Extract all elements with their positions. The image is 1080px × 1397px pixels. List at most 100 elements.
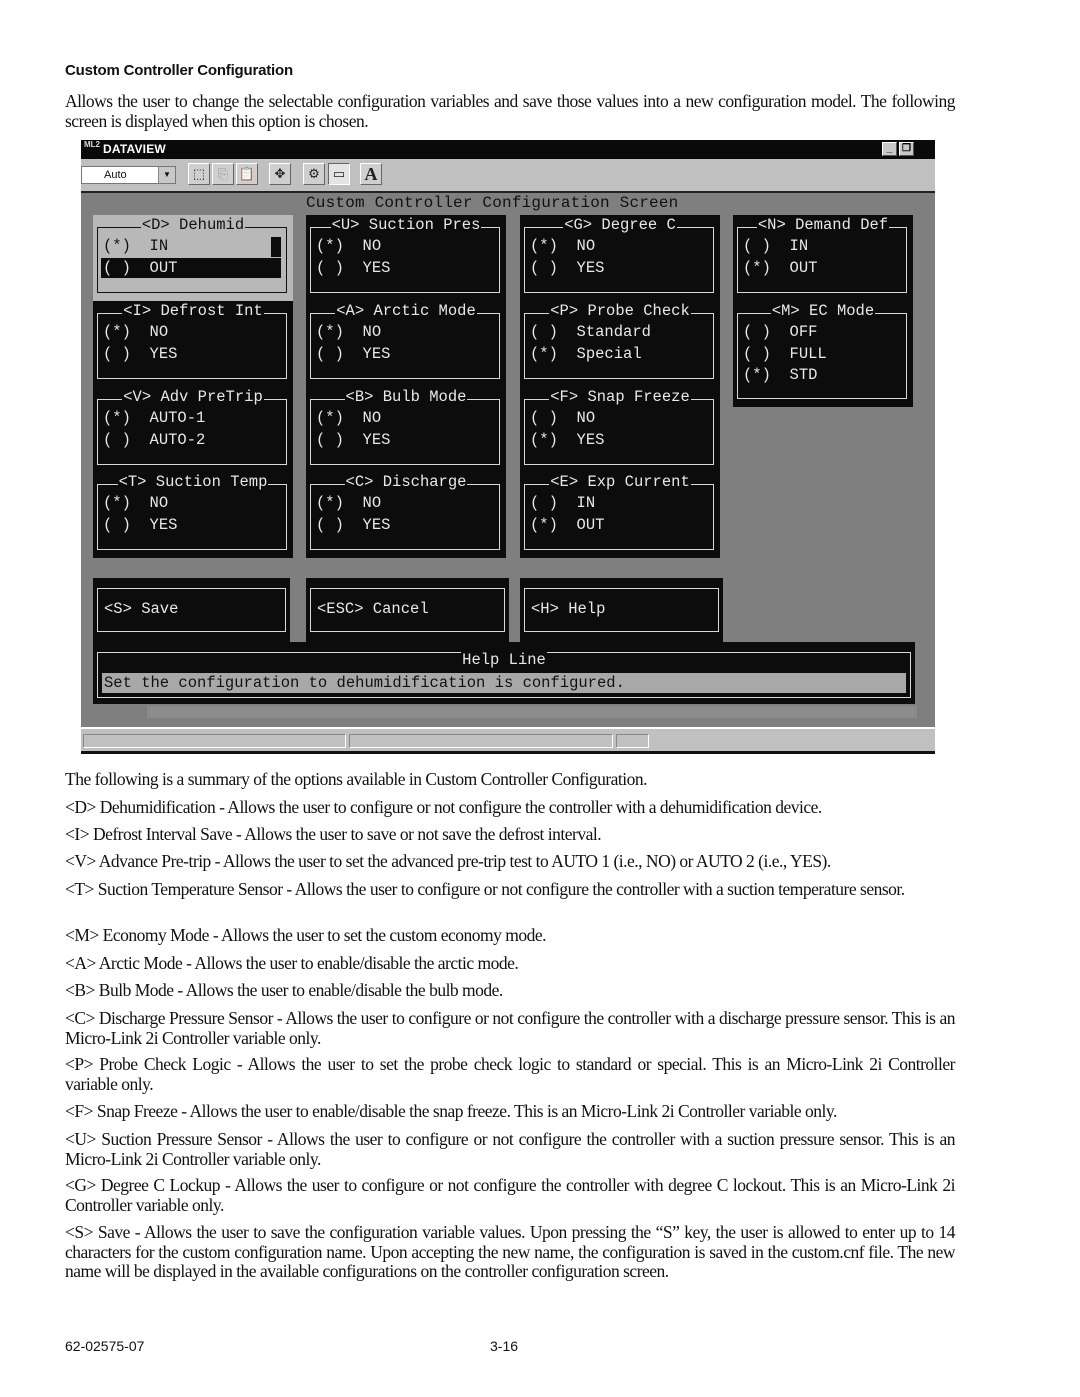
panel-title: <N> Demand Def xyxy=(756,216,890,234)
panel-exp-current[interactable]: <E> Exp Current ( ) IN (*) OUT xyxy=(520,472,720,558)
summary-item: <D> Dehumidification - Allows the user t… xyxy=(65,797,822,817)
dataview-window: ML2 DATAVIEW _ ❐ Auto ▼ ⬚ ⎘ 📋 ✥ ⚙ ▭ A Cu… xyxy=(81,140,935,754)
option-yes[interactable]: (*) YES xyxy=(530,430,604,450)
properties-icon[interactable]: ⚙ xyxy=(303,163,325,185)
minimize-button[interactable]: _ xyxy=(882,142,897,156)
window-title: DATAVIEW xyxy=(103,142,166,156)
document-number: 62-02575-07 xyxy=(65,1338,145,1354)
option-yes[interactable]: ( ) YES xyxy=(530,258,604,278)
terminal-screen: Custom Controller Configuration Screen <… xyxy=(81,191,935,727)
panel-ec-mode[interactable]: <M> EC Mode ( ) OFF ( ) FULL (*) STD xyxy=(733,301,913,407)
option-no[interactable]: (*) NO xyxy=(316,493,381,513)
option-standard[interactable]: ( ) Standard xyxy=(530,322,651,342)
summary-item: <V> Advance Pre-trip - Allows the user t… xyxy=(65,851,831,871)
option-out[interactable]: (*) OUT xyxy=(743,258,817,278)
status-bar xyxy=(81,727,935,754)
summary-item: <C> Discharge Pressure Sensor - Allows t… xyxy=(65,1008,956,1048)
restore-button[interactable]: ❐ xyxy=(899,142,914,156)
option-special[interactable]: (*) Special xyxy=(530,344,642,364)
fullscreen-icon[interactable]: ✥ xyxy=(269,163,291,185)
panel-degree-c[interactable]: <G> Degree C (*) NO ( ) YES xyxy=(520,215,720,301)
option-std[interactable]: (*) STD xyxy=(743,365,817,385)
toolbar: Auto ▼ ⬚ ⎘ 📋 ✥ ⚙ ▭ A xyxy=(81,159,935,191)
panel-probe-check[interactable]: <P> Probe Check ( ) Standard (*) Special xyxy=(520,301,720,387)
select-icon[interactable]: ⬚ xyxy=(188,163,210,185)
option-auto-1[interactable]: (*) AUTO-1 xyxy=(103,408,205,428)
summary-item: <F> Snap Freeze - Allows the user to ena… xyxy=(65,1101,837,1121)
intro-paragraph: Allows the user to change the selectable… xyxy=(65,91,956,131)
chevron-down-icon[interactable]: ▼ xyxy=(158,167,175,183)
help-line-panel: Help Line Set the configuration to dehum… xyxy=(93,642,915,704)
option-out[interactable]: ( ) OUT xyxy=(101,258,281,278)
option-full[interactable]: ( ) FULL xyxy=(743,344,827,364)
summary-item: <T> Suction Temperature Sensor - Allows … xyxy=(65,879,905,899)
font-icon[interactable]: A xyxy=(360,163,382,185)
help-line-title: Help Line xyxy=(461,651,547,669)
panel-defrost-int[interactable]: <I> Defrost Int (*) NO ( ) YES xyxy=(93,301,293,387)
panel-title: <V> Adv PreTrip xyxy=(122,388,264,406)
summary-item: <M> Economy Mode - Allows the user to se… xyxy=(65,925,547,945)
panel-bulb-mode[interactable]: <B> Bulb Mode (*) NO ( ) YES xyxy=(306,387,506,473)
option-yes[interactable]: ( ) YES xyxy=(103,515,177,535)
panel-snap-freeze[interactable]: <F> Snap Freeze ( ) NO (*) YES xyxy=(520,387,720,473)
option-out[interactable]: (*) OUT xyxy=(530,515,604,535)
panel-title: <G> Degree C xyxy=(563,216,677,234)
panel-discharge[interactable]: <C> Discharge (*) NO ( ) YES xyxy=(306,472,506,558)
app-icon: ML2 xyxy=(84,140,100,149)
option-no[interactable]: (*) NO xyxy=(316,408,381,428)
panel-title: <F> Snap Freeze xyxy=(549,388,691,406)
option-no[interactable]: (*) NO xyxy=(103,493,168,513)
summary-item: <U> Suction Pressure Sensor - Allows the… xyxy=(65,1129,956,1169)
panel-suction-pres[interactable]: <U> Suction Pres (*) NO ( ) YES xyxy=(306,215,506,301)
help-button[interactable]: <H> Help xyxy=(524,588,719,632)
option-no[interactable]: (*) NO xyxy=(316,236,381,256)
option-off[interactable]: ( ) OFF xyxy=(743,322,817,342)
panel-title: <U> Suction Pres xyxy=(330,216,482,234)
title-bar: ML2 DATAVIEW _ ❐ xyxy=(81,140,935,159)
panel-title: <T> Suction Temp xyxy=(117,473,269,491)
help-line-text: Set the configuration to dehumidificatio… xyxy=(102,673,906,693)
summary-item: <I> Defrost Interval Save - Allows the u… xyxy=(65,824,602,844)
panel-title: <E> Exp Current xyxy=(549,473,691,491)
save-button[interactable]: <S> Save xyxy=(97,588,286,632)
panel-title: <M> EC Mode xyxy=(770,302,876,320)
summary-item: <P> Probe Check Logic - Allows the user … xyxy=(65,1054,956,1094)
summary-item: <S> Save - Allows the user to save the c… xyxy=(65,1222,956,1281)
panel-demand-def[interactable]: <N> Demand Def ( ) IN (*) OUT xyxy=(733,215,913,301)
option-yes[interactable]: ( ) YES xyxy=(316,430,390,450)
background-icon[interactable]: ▭ xyxy=(328,163,350,185)
option-yes[interactable]: ( ) YES xyxy=(316,258,390,278)
copy-icon[interactable]: ⎘ xyxy=(212,163,234,185)
summary-item: <A> Arctic Mode - Allows the user to ena… xyxy=(65,953,519,973)
option-auto-2[interactable]: ( ) AUTO-2 xyxy=(103,430,205,450)
panel-suction-temp[interactable]: <T> Suction Temp (*) NO ( ) YES xyxy=(93,472,293,558)
status-cell xyxy=(83,734,346,748)
panel-title: <C> Discharge xyxy=(344,473,468,491)
option-no[interactable]: ( ) NO xyxy=(530,408,595,428)
font-size-select[interactable]: Auto ▼ xyxy=(81,166,176,184)
section-heading: Custom Controller Configuration xyxy=(65,62,293,79)
cancel-button[interactable]: <ESC> Cancel xyxy=(310,588,505,632)
page-number: 3-16 xyxy=(490,1338,519,1354)
option-yes[interactable]: ( ) YES xyxy=(103,344,177,364)
option-no[interactable]: (*) NO xyxy=(103,322,168,342)
screen-title: Custom Controller Configuration Screen xyxy=(306,194,679,212)
panel-dehumid[interactable]: <D> Dehumid (*) IN ( ) OUT xyxy=(93,215,293,301)
panel-title: <B> Bulb Mode xyxy=(344,388,468,406)
font-size-value: Auto xyxy=(104,169,127,181)
panel-adv-pretrip[interactable]: <V> Adv PreTrip (*) AUTO-1 ( ) AUTO-2 xyxy=(93,387,293,473)
panel-title: <D> Dehumid xyxy=(140,216,246,234)
option-no[interactable]: (*) NO xyxy=(316,322,381,342)
option-in[interactable]: (*) IN xyxy=(103,236,168,256)
status-cell xyxy=(349,734,613,748)
option-no[interactable]: (*) NO xyxy=(530,236,595,256)
panel-arctic-mode[interactable]: <A> Arctic Mode (*) NO ( ) YES xyxy=(306,301,506,387)
paste-icon[interactable]: 📋 xyxy=(236,163,258,185)
option-in[interactable]: ( ) IN xyxy=(743,236,808,256)
option-yes[interactable]: ( ) YES xyxy=(316,344,390,364)
option-yes[interactable]: ( ) YES xyxy=(316,515,390,535)
summary-intro: The following is a summary of the option… xyxy=(65,769,648,789)
summary-item: <G> Degree C Lockup - Allows the user to… xyxy=(65,1175,956,1215)
option-in[interactable]: ( ) IN xyxy=(530,493,595,513)
panel-title: <A> Arctic Mode xyxy=(335,302,477,320)
